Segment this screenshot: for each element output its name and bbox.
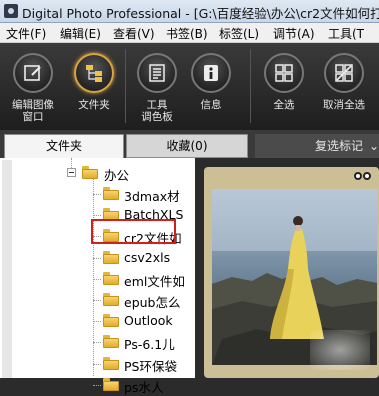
folder-icon [103, 187, 119, 200]
tree-item-label: 办公 [104, 168, 130, 183]
folder-icon [103, 314, 119, 327]
tree-item[interactable]: csv2xls [0, 248, 195, 268]
tree-item[interactable]: epub怎么 [0, 290, 195, 310]
panel-tabs: 文件夹 收藏(0) 复选标记 ⌄ [0, 130, 379, 158]
tool-palette-icon [149, 64, 165, 82]
folder-icon [103, 293, 119, 306]
menu-view[interactable]: 查看(V) [113, 25, 155, 42]
deselect-all-button[interactable]: 取消全选 [314, 43, 374, 130]
folder-icon [103, 251, 119, 264]
folder-button[interactable]: 文件夹 [66, 43, 122, 130]
selection-highlight [91, 219, 176, 244]
tree-item[interactable]: Ps-6.1儿 [0, 332, 195, 352]
folder-tree-icon [86, 65, 102, 82]
menu-adjust[interactable]: 调节(A) [273, 25, 315, 42]
menu-bar: 文件(F) 编辑(E) 查看(V) 书签(B) 标签(L) 调节(A) 工具(T [0, 23, 379, 43]
tree-item-label: Outlook [124, 313, 173, 328]
menu-tools[interactable]: 工具(T [328, 25, 364, 42]
tree-item[interactable]: ps水人 [0, 375, 195, 395]
folder-icon [103, 335, 119, 348]
menu-file[interactable]: 文件(F) [6, 25, 46, 42]
select-all-icon [275, 64, 293, 82]
tree-item-parent[interactable]: 办公 [0, 163, 195, 183]
collapse-toggle-icon[interactable] [67, 168, 76, 177]
tree-item-label: Ps-6.1儿 [124, 337, 175, 352]
tree-item-label: ps水人 [124, 380, 164, 395]
folder-icon [82, 166, 98, 179]
film-reel-icon [354, 172, 372, 184]
main-toolbar: 编辑图像 窗口 文件夹 工具 调色板 信息 全选 取消全选 [0, 43, 379, 130]
tree-item[interactable]: Outlook [0, 311, 195, 331]
tree-item-label: 3dmax材 [124, 189, 180, 204]
tab-favorites[interactable]: 收藏(0) [126, 134, 248, 158]
check-marks-dropdown[interactable]: 复选标记 ⌄ [255, 134, 379, 158]
tree-item-label: eml文件如 [124, 274, 185, 289]
app-icon [4, 4, 18, 18]
tree-item-label: PS环保袋 [124, 359, 177, 374]
chevron-down-icon: ⌄ [369, 139, 379, 153]
info-button[interactable]: 信息 [186, 43, 236, 130]
tree-item[interactable]: eml文件如 [0, 269, 195, 289]
watermark [310, 330, 370, 370]
menu-edit[interactable]: 编辑(E) [60, 25, 101, 42]
select-all-button[interactable]: 全选 [258, 43, 310, 130]
folder-icon [103, 272, 119, 285]
check-marks-label: 复选标记 [315, 139, 364, 153]
tree-item-label: csv2xls [124, 250, 171, 265]
tree-item[interactable]: 3dmax材 [0, 184, 195, 204]
edit-window-icon [24, 65, 41, 81]
window-title: Digital Photo Professional - [G:\百度经验\办公… [22, 6, 379, 21]
title-bar: Digital Photo Professional - [G:\百度经验\办公… [0, 0, 379, 23]
info-icon [204, 65, 218, 81]
deselect-all-icon [335, 64, 353, 82]
tab-folder[interactable]: 文件夹 [4, 134, 124, 158]
tree-item-label: epub怎么 [124, 295, 181, 310]
folder-icon [103, 378, 119, 391]
menu-bookmarks[interactable]: 书签(B) [166, 25, 208, 42]
menu-labels[interactable]: 标签(L) [219, 25, 259, 42]
folder-icon [103, 357, 119, 370]
tool-palette-button[interactable]: 工具 调色板 [129, 43, 185, 130]
edit-image-window-button[interactable]: 编辑图像 窗口 [4, 43, 62, 130]
tree-item[interactable]: PS环保袋 [0, 354, 195, 374]
